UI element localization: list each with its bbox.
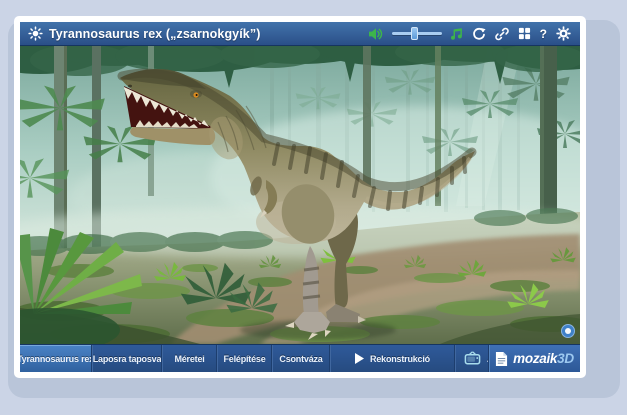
- tab-label: Rekonstrukció: [370, 354, 430, 364]
- music-button[interactable]: [449, 25, 464, 43]
- document-icon: [495, 351, 508, 367]
- tab-rekonstrukcio[interactable]: Rekonstrukció: [330, 345, 455, 372]
- tab-laposra-taposva[interactable]: Laposra taposva: [92, 345, 162, 372]
- sun-icon: [28, 26, 43, 41]
- logo-mozaik-text: mozaik: [513, 351, 557, 366]
- logo-3d-text: 3D: [557, 351, 574, 366]
- speaker-icon: [368, 27, 384, 41]
- help-button[interactable]: ?: [539, 25, 548, 43]
- tab-label: Tyrannosaurus rex: [20, 354, 92, 364]
- volume-slider[interactable]: [392, 26, 442, 41]
- gear-icon: [556, 26, 571, 41]
- volume-slider-handle[interactable]: [411, 27, 418, 40]
- tabbar: Tyrannosaurus rex Laposra taposva Mérete…: [20, 344, 580, 372]
- dino-forest-graphic: [20, 46, 580, 344]
- modules-button[interactable]: [517, 25, 532, 43]
- window-title: Tyrannosaurus rex („zsarnokgyík”): [49, 27, 260, 41]
- tab-label: Csontváza: [279, 354, 322, 364]
- link-button[interactable]: [494, 25, 510, 43]
- link-icon: [495, 27, 509, 41]
- settings-button[interactable]: [555, 25, 572, 43]
- tab-felepitese[interactable]: Felépítése: [217, 345, 272, 372]
- mozaik3d-logo: mozaik3D: [513, 351, 574, 366]
- reset-view-button[interactable]: [471, 25, 487, 43]
- tab-tyrannosaurus-rex[interactable]: Tyrannosaurus rex: [20, 345, 92, 372]
- tv-icon: [464, 351, 481, 366]
- play-icon: [355, 353, 364, 364]
- app-window: Tyrannosaurus rex („zsarnokgyík”): [14, 16, 586, 378]
- help-icon: ?: [540, 27, 547, 41]
- mozaik-brand-panel[interactable]: mozaik3D: [488, 345, 580, 372]
- tab-label: Méretei: [174, 354, 204, 364]
- tab-label: Laposra taposva: [93, 354, 162, 364]
- tab-csontvaza[interactable]: Csontváza: [272, 345, 330, 372]
- titlebar: Tyrannosaurus rex („zsarnokgyík”): [20, 22, 580, 46]
- pointer-dot-button[interactable]: [561, 324, 575, 338]
- pointer-dot-icon: [565, 328, 571, 334]
- tab-label: Felépítése: [223, 354, 265, 364]
- scene-3d-view[interactable]: [20, 46, 580, 344]
- music-note-icon: [450, 27, 463, 41]
- tab-meretei[interactable]: Méretei: [162, 345, 217, 372]
- grid-icon: [518, 27, 531, 40]
- volume-mute-button[interactable]: [367, 25, 385, 43]
- reset-icon: [472, 27, 486, 41]
- titlebar-tools: ?: [367, 25, 572, 43]
